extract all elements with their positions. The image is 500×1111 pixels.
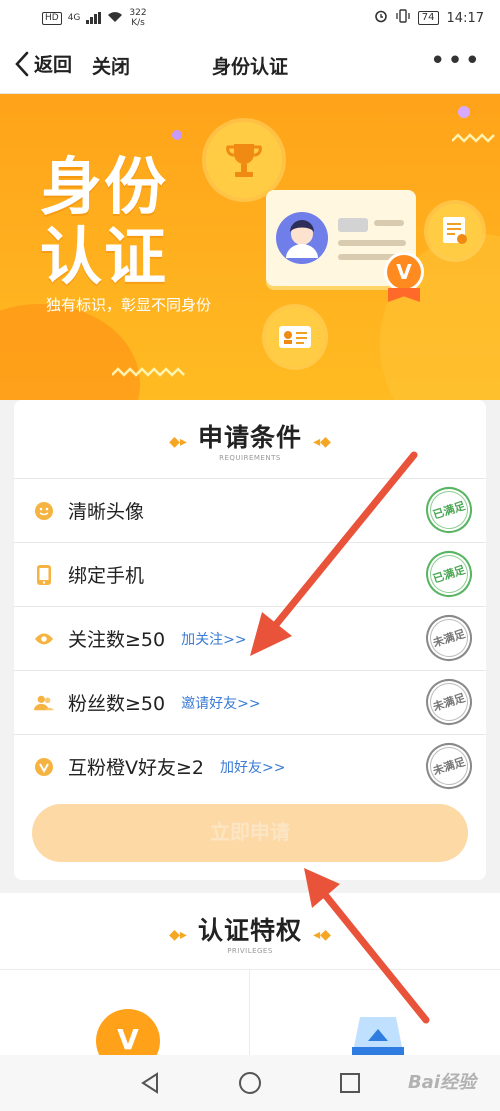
status-bar: HD 4G 322 K/s 74 14:17 xyxy=(0,0,500,36)
requirement-row: 互粉橙V好友≥2 加好友>> 未满足 xyxy=(14,734,486,798)
requirement-row: 粉丝数≥50 邀请好友>> 未满足 xyxy=(14,670,486,734)
alarm-icon xyxy=(374,9,388,27)
page-title: 身份认证 xyxy=(211,56,288,78)
clock: 14:17 xyxy=(446,10,484,26)
requirement-label: 粉丝数≥50 xyxy=(68,693,166,715)
net-speed-unit: K/s xyxy=(131,18,145,28)
watermark: Bai经验 xyxy=(407,1072,476,1093)
banner-title-line2: 认证 xyxy=(40,220,169,293)
requirement-action-link[interactable]: 加好友>> xyxy=(220,757,285,777)
dot-decoration xyxy=(172,130,182,140)
privileges-section: ◆▸ 认证特权 ◂◆ PRIVILEGES V xyxy=(0,893,500,1073)
wifi-icon xyxy=(107,11,123,26)
diamond-icon: ◂◆ xyxy=(313,433,331,450)
apply-now-button[interactable]: 立即申请 xyxy=(32,804,468,862)
status-stamp-unmet: 未满足 xyxy=(420,737,478,795)
zigzag-decoration xyxy=(112,367,185,377)
requirements-list: 清晰头像 已满足 绑定手机 已满足 关注数≥50 加关注>> 未满足 粉丝数≥50 邀请好友>>… xyxy=(14,478,486,798)
users-icon xyxy=(34,693,54,713)
eye-icon xyxy=(34,629,54,649)
status-stamp-unmet: 未满足 xyxy=(420,673,478,731)
requirement-label: 关注数≥50 xyxy=(68,629,166,651)
zigzag-decoration xyxy=(452,133,495,143)
banner-subtitle: 独有标识，彰显不同身份 xyxy=(46,296,212,314)
requirements-subtitle: REQUIREMENTS xyxy=(219,454,281,462)
top-nav-bar: 返回 关闭 身份认证 ••• xyxy=(0,36,500,94)
net-speed-value: 322 xyxy=(129,8,147,18)
certificate-icon xyxy=(428,204,482,258)
requirements-header: ◆▸ 申请条件 ◂◆ REQUIREMENTS xyxy=(14,418,486,462)
monitor-icon[interactable] xyxy=(350,1013,406,1057)
status-stamp-unmet: 未满足 xyxy=(420,609,478,667)
banner-title: 身份 认证 xyxy=(40,152,168,292)
requirement-row: 关注数≥50 加关注>> 未满足 xyxy=(14,606,486,670)
banner-decoration xyxy=(0,304,140,400)
recents-square-icon[interactable] xyxy=(335,1068,365,1098)
phone-icon xyxy=(34,564,54,585)
card-line xyxy=(338,240,406,246)
dot-decoration xyxy=(458,106,470,118)
requirements-title: 申请条件 xyxy=(197,423,302,452)
requirement-label: 清晰头像 xyxy=(68,501,145,523)
vibrate-icon xyxy=(396,9,410,27)
hero-banner: 身份 认证 独有标识，彰显不同身份 V xyxy=(0,94,500,400)
card-line xyxy=(338,218,368,232)
diamond-icon: ◆▸ xyxy=(169,433,187,450)
v-badge-icon xyxy=(34,757,54,777)
requirement-row: 绑定手机 已满足 xyxy=(14,542,486,606)
status-stamp-met: 已满足 xyxy=(420,481,478,539)
card-line xyxy=(374,220,404,226)
hd-indicator: HD xyxy=(42,11,62,25)
v-badge-icon: V xyxy=(384,252,424,292)
divider xyxy=(0,969,500,970)
signal-icon xyxy=(86,12,102,24)
diamond-icon: ◆▸ xyxy=(169,926,187,943)
back-triangle-icon[interactable] xyxy=(135,1068,165,1098)
banner-title-line1: 身份 xyxy=(40,150,169,223)
battery-icon: 74 xyxy=(417,11,439,25)
net-speed: 322 K/s xyxy=(129,8,146,28)
privileges-subtitle: PRIVILEGES xyxy=(227,947,273,955)
avatar-icon xyxy=(276,212,328,264)
requirement-label: 绑定手机 xyxy=(68,565,145,587)
diamond-icon: ◂◆ xyxy=(313,926,331,943)
privileges-title: 认证特权 xyxy=(197,916,302,945)
network-type: 4G xyxy=(67,13,81,23)
privileges-header: ◆▸ 认证特权 ◂◆ PRIVILEGES xyxy=(0,911,500,955)
more-menu-button[interactable]: ••• xyxy=(430,46,482,76)
id-card-icon xyxy=(266,308,324,366)
requirement-action-link[interactable]: 加关注>> xyxy=(181,629,246,649)
smile-icon xyxy=(34,501,54,521)
trophy-icon xyxy=(206,122,282,198)
status-stamp-met: 已满足 xyxy=(420,545,478,603)
requirement-label: 互粉橙V好友≥2 xyxy=(68,757,205,779)
requirement-action-link[interactable]: 邀请好友>> xyxy=(181,693,260,713)
home-circle-icon[interactable] xyxy=(235,1068,265,1098)
requirements-card: ◆▸ 申请条件 ◂◆ REQUIREMENTS 清晰头像 已满足 绑定手机 已满足 关注… xyxy=(14,400,486,880)
requirement-row: 清晰头像 已满足 xyxy=(14,478,486,542)
